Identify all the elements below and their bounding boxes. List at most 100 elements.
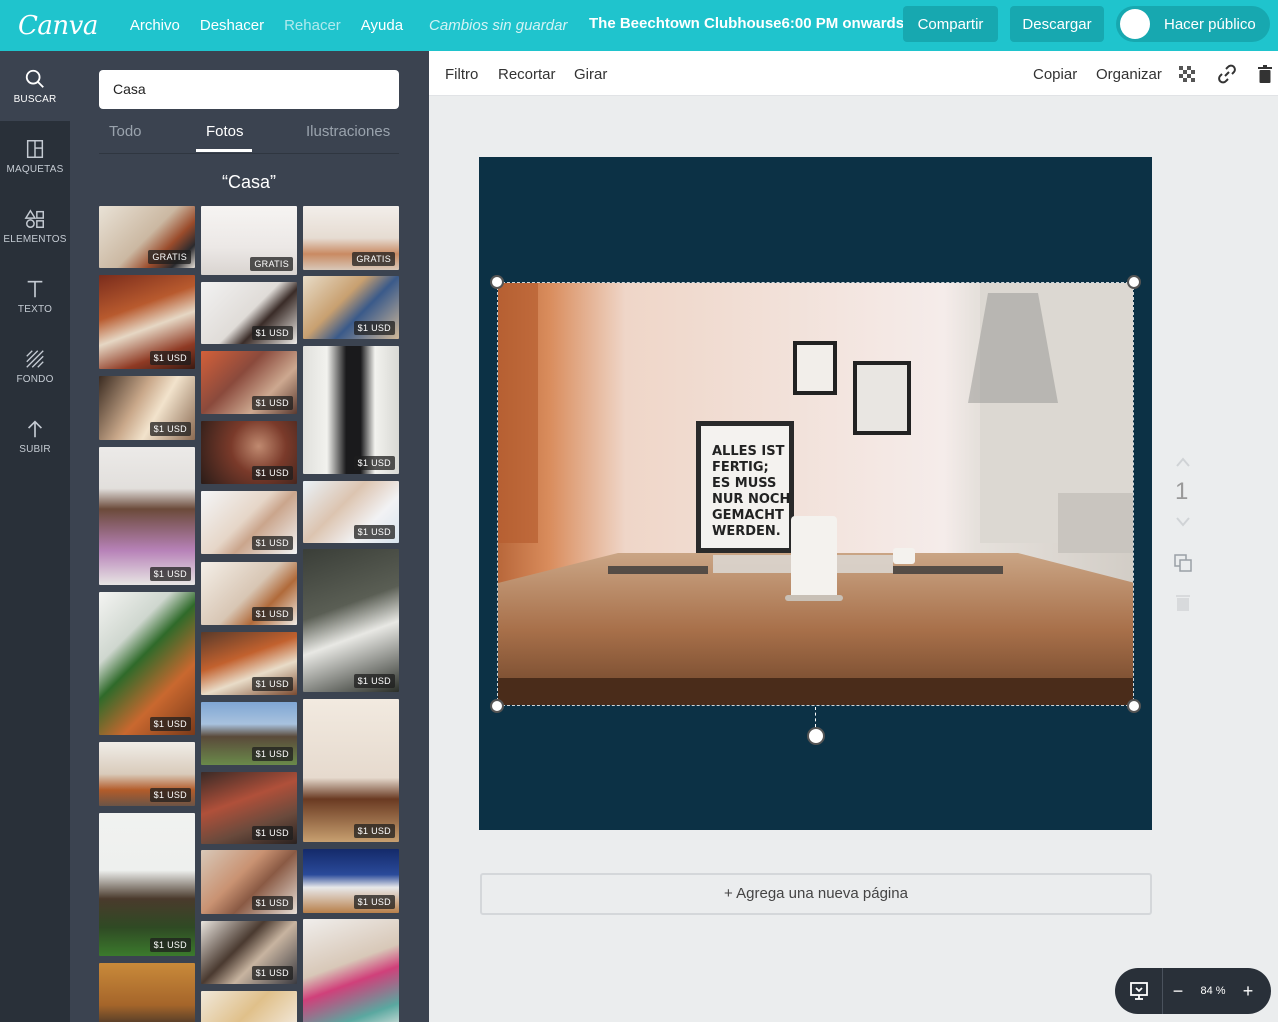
photo-thumbnail[interactable]: $1 USD — [201, 772, 297, 844]
photo-thumbnail[interactable]: $1 USD — [99, 592, 195, 735]
badge-paid: $1 USD — [353, 895, 395, 909]
tab-fotos[interactable]: Fotos — [206, 123, 244, 140]
panel-tabs: Todo Fotos Ilustraciones — [99, 119, 399, 155]
zoom-out-button[interactable]: − — [1163, 981, 1193, 1002]
editor-toolbar: Filtro Recortar Girar Copiar Organizar — [429, 51, 1278, 96]
poster-text: ES MUSS — [712, 476, 776, 491]
poster-text: ALLES IST — [712, 444, 785, 459]
photo-thumbnail[interactable]: $1 USD — [99, 275, 195, 369]
move-up-icon[interactable] — [1174, 455, 1192, 469]
active-tab-indicator — [196, 149, 252, 152]
badge-paid: $1 USD — [251, 966, 293, 980]
rail-label: ELEMENTOS — [3, 233, 67, 245]
photo-thumbnail[interactable]: $1 USD — [201, 850, 297, 914]
photo-thumbnail[interactable]: $1 USD — [303, 481, 399, 543]
arrange-button[interactable]: Organizar — [1096, 66, 1162, 83]
menu-archivo[interactable]: Archivo — [130, 17, 180, 34]
menu-rehacer[interactable]: Rehacer — [284, 17, 341, 34]
resize-handle-top-left[interactable] — [490, 275, 504, 289]
photo-thumbnail[interactable]: $1 USD — [303, 346, 399, 474]
make-public-label: Hacer público — [1164, 15, 1256, 33]
share-button[interactable]: Compartir — [903, 6, 998, 42]
photo-thumbnail[interactable]: $1 USD — [201, 351, 297, 414]
duplicate-page-icon[interactable] — [1173, 553, 1193, 573]
shapes-icon — [24, 208, 44, 228]
badge-paid: $1 USD — [353, 456, 395, 470]
zoom-controls: − 84 % + — [1115, 968, 1271, 1014]
copy-button[interactable]: Copiar — [1033, 66, 1077, 83]
rail-item-buscar[interactable]: BUSCAR — [0, 51, 70, 121]
move-down-icon[interactable] — [1174, 515, 1192, 529]
photo-thumbnail[interactable]: $1 USD — [303, 276, 399, 339]
poster-text: FERTIG; — [712, 460, 769, 475]
rail-item-texto[interactable]: TEXTO — [0, 261, 70, 331]
photo-thumbnail[interactable] — [201, 991, 297, 1022]
badge-paid: $1 USD — [149, 567, 191, 581]
unsaved-status: Cambios sin guardar — [429, 17, 568, 34]
add-page-button[interactable]: + Agrega una nueva página — [480, 873, 1152, 915]
photo-thumbnail[interactable]: GRATIS — [303, 206, 399, 270]
resize-handle-bottom-left[interactable] — [490, 699, 504, 713]
photo-thumbnail[interactable]: $1 USD — [99, 742, 195, 806]
photo-thumbnail[interactable]: $1 USD — [201, 702, 297, 765]
photo-thumbnail[interactable]: $1 USD — [99, 376, 195, 440]
link-icon[interactable] — [1217, 64, 1237, 84]
search-panel: Todo Fotos Ilustraciones “Casa” GRATIS $… — [70, 51, 429, 1022]
layout-icon — [26, 139, 44, 158]
badge-paid: $1 USD — [149, 351, 191, 365]
filter-button[interactable]: Filtro — [445, 66, 478, 83]
photo-thumbnail[interactable]: $1 USD — [99, 813, 195, 956]
photo-thumbnail[interactable]: $1 USD — [303, 699, 399, 842]
photo-thumbnail[interactable]: $1 USD — [201, 921, 297, 984]
kitchen-table-photo: ALLES IST FERTIG; ES MUSS NUR NOCH GEMAC… — [498, 283, 1133, 705]
present-button[interactable] — [1115, 968, 1163, 1014]
top-bar: Canva Archivo Deshacer Rehacer Ayuda Cam… — [0, 0, 1278, 51]
canva-logo[interactable]: Canva — [18, 11, 98, 41]
photo-thumbnail[interactable] — [99, 963, 195, 1022]
delete-page-icon[interactable] — [1174, 592, 1192, 612]
badge-paid: $1 USD — [251, 747, 293, 761]
photo-thumbnail[interactable]: $1 USD — [201, 421, 297, 484]
flip-button[interactable]: Girar — [574, 66, 607, 83]
photo-thumbnail[interactable]: $1 USD — [99, 447, 195, 585]
badge-free: GRATIS — [148, 250, 191, 264]
rotate-handle[interactable] — [807, 727, 825, 745]
badge-free: GRATIS — [352, 252, 395, 266]
tab-ilustraciones[interactable]: Ilustraciones — [306, 123, 390, 140]
make-public-toggle[interactable]: Hacer público — [1116, 6, 1270, 42]
document-title[interactable]: The Beechtown Clubhouse6:00 PM onwards — [589, 15, 904, 32]
resize-handle-bottom-right[interactable] — [1127, 699, 1141, 713]
trash-icon[interactable] — [1255, 64, 1275, 84]
zoom-in-button[interactable]: + — [1233, 981, 1263, 1002]
photo-thumbnail[interactable]: $1 USD — [303, 849, 399, 913]
crop-button[interactable]: Recortar — [498, 66, 556, 83]
tab-todo[interactable]: Todo — [109, 123, 142, 140]
photo-thumbnail[interactable]: $1 USD — [201, 632, 297, 695]
text-icon — [27, 280, 43, 297]
menu-ayuda[interactable]: Ayuda — [361, 17, 403, 34]
rail-item-elementos[interactable]: ELEMENTOS — [0, 191, 70, 261]
search-input[interactable] — [99, 70, 399, 109]
rail-label: MAQUETAS — [6, 163, 64, 175]
rail-item-maquetas[interactable]: MAQUETAS — [0, 121, 70, 191]
photo-thumbnail[interactable]: $1 USD — [303, 549, 399, 692]
transparency-icon[interactable] — [1177, 64, 1197, 84]
menu-deshacer[interactable]: Deshacer — [200, 17, 264, 34]
selected-photo[interactable]: ALLES IST FERTIG; ES MUSS NUR NOCH GEMAC… — [497, 282, 1134, 706]
photo-thumbnail[interactable]: $1 USD — [201, 282, 297, 344]
rail-item-fondo[interactable]: FONDO — [0, 331, 70, 401]
badge-paid: $1 USD — [251, 396, 293, 410]
photo-thumbnail[interactable]: $1 USD — [201, 562, 297, 625]
poster-text: WERDEN. — [712, 524, 781, 539]
photo-thumbnail[interactable]: $1 USD — [201, 491, 297, 554]
photo-thumbnail[interactable]: GRATIS — [99, 206, 195, 268]
download-button[interactable]: Descargar — [1010, 6, 1104, 42]
zoom-level: 84 % — [1200, 985, 1226, 997]
badge-paid: $1 USD — [149, 938, 191, 952]
poster-text: NUR NOCH — [712, 492, 790, 507]
rail-item-subir[interactable]: SUBIR — [0, 401, 70, 471]
resize-handle-top-right[interactable] — [1127, 275, 1141, 289]
photo-thumbnail[interactable] — [303, 919, 399, 1022]
photo-thumbnail[interactable]: GRATIS — [201, 206, 297, 275]
rail-label: TEXTO — [17, 303, 53, 315]
